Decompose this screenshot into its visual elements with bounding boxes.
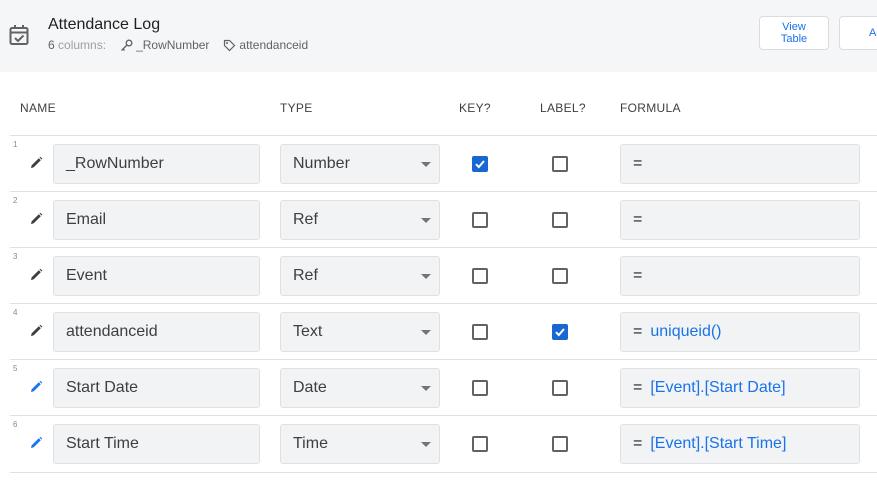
formula-field[interactable]: = uniqueid() (620, 312, 860, 352)
table-header: Attendance Log 6 columns: _RowNumber att… (0, 0, 877, 72)
chevron-down-icon (421, 386, 431, 391)
formula-expression: [Event].[Start Time] (650, 435, 787, 452)
column-header-formula: FORMULA (620, 101, 681, 115)
table-row: 4 attendanceid Text = uniqueid() (10, 303, 877, 360)
key-checkbox[interactable] (472, 212, 488, 228)
column-header-label: LABEL? (540, 101, 586, 115)
column-type-select[interactable]: Ref (280, 200, 440, 240)
column-name-field[interactable]: Start Time (53, 424, 260, 464)
key-checkbox[interactable] (472, 380, 488, 396)
pencil-edit-icon[interactable] (28, 379, 44, 395)
formula-equals: = (633, 435, 643, 452)
formula-equals: = (633, 155, 643, 172)
pencil-edit-icon[interactable] (28, 211, 44, 227)
label-checkbox[interactable] (552, 380, 568, 396)
formula-expression: [Event].[Start Date] (650, 379, 786, 396)
column-header-type: TYPE (280, 101, 313, 115)
table-row: 3 Event Ref = (10, 247, 877, 304)
column-name-field[interactable]: Email (53, 200, 260, 240)
key-checkbox[interactable] (472, 268, 488, 284)
chevron-down-icon (421, 330, 431, 335)
formula-field[interactable]: = [Event].[Start Date] (620, 368, 860, 408)
formula-equals: = (633, 379, 643, 396)
chevron-down-icon (421, 274, 431, 279)
column-count: 6 columns: (48, 38, 107, 52)
key-checkbox[interactable] (472, 324, 488, 340)
column-type-value: Date (293, 379, 327, 396)
label-checkbox[interactable] (552, 156, 568, 172)
column-type-select[interactable]: Text (280, 312, 440, 352)
row-number: 6 (13, 420, 18, 429)
label-checkbox[interactable] (552, 436, 568, 452)
column-type-value: Ref (293, 211, 318, 228)
pencil-edit-icon[interactable] (28, 267, 44, 283)
formula-equals: = (633, 323, 643, 340)
label-checkbox[interactable] (552, 268, 568, 284)
table-row: 2 Email Ref = (10, 191, 877, 248)
pencil-edit-icon[interactable] (28, 155, 44, 171)
column-name-field[interactable]: _RowNumber (53, 144, 260, 184)
column-header-name: NAME (20, 101, 56, 115)
formula-field[interactable]: = [Event].[Start Time] (620, 424, 860, 464)
column-type-select[interactable]: Ref (280, 256, 440, 296)
table-row: 6 Start Time Time = [Event].[Start Time] (10, 415, 877, 473)
row-number: 5 (13, 364, 18, 373)
calendar-check-icon (9, 25, 29, 45)
key-column-chip: _RowNumber (120, 38, 209, 52)
chevron-down-icon (421, 218, 431, 223)
key-checkbox[interactable] (472, 436, 488, 452)
formula-equals: = (633, 267, 643, 284)
add-button[interactable]: Ad (839, 16, 877, 50)
row-number: 1 (13, 140, 18, 149)
key-checkbox[interactable] (472, 156, 488, 172)
column-type-value: Number (293, 155, 350, 172)
formula-equals: = (633, 211, 643, 228)
view-table-button[interactable]: View Table (759, 16, 829, 50)
key-icon (121, 39, 133, 51)
pencil-edit-icon[interactable] (28, 323, 44, 339)
table-row: 1 _RowNumber Number = (10, 135, 877, 192)
column-type-value: Time (293, 435, 328, 452)
column-type-select[interactable]: Date (280, 368, 440, 408)
column-type-select[interactable]: Time (280, 424, 440, 464)
page-title: Attendance Log (48, 16, 161, 33)
column-header-key: KEY? (459, 101, 491, 115)
formula-field[interactable]: = (620, 256, 860, 296)
label-checkbox[interactable] (552, 212, 568, 228)
formula-expression: uniqueid() (650, 323, 722, 340)
formula-field[interactable]: = (620, 144, 860, 184)
formula-field[interactable]: = (620, 200, 860, 240)
column-name-field[interactable]: attendanceid (53, 312, 260, 352)
tag-icon (224, 39, 236, 51)
column-type-select[interactable]: Number (280, 144, 440, 184)
label-checkbox[interactable] (552, 324, 568, 340)
column-type-value: Ref (293, 267, 318, 284)
label-column-chip: attendanceid (223, 38, 308, 52)
table-row: 5 Start Date Date = [Event].[Start Date] (10, 359, 877, 416)
column-type-value: Text (293, 323, 323, 340)
pencil-edit-icon[interactable] (28, 435, 44, 451)
column-name-field[interactable]: Event (53, 256, 260, 296)
chevron-down-icon (421, 442, 431, 447)
row-number: 4 (13, 308, 18, 317)
column-name-field[interactable]: Start Date (53, 368, 260, 408)
chevron-down-icon (421, 162, 431, 167)
table-meta: 6 columns: _RowNumber attendanceid (48, 38, 308, 52)
row-number: 2 (13, 196, 18, 205)
row-number: 3 (13, 252, 18, 261)
